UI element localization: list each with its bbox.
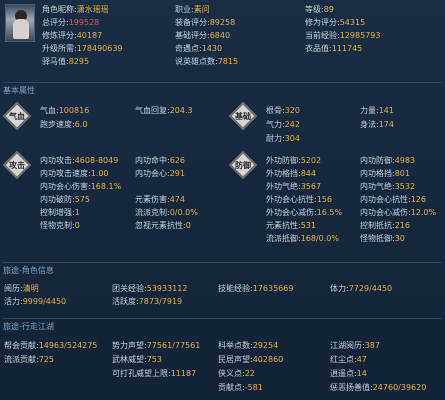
yueli: 阅历:清明 [4,284,39,293]
atk-stat: 内功破防:575 [40,195,90,204]
divider [2,318,442,319]
xyz: 侠义点:22 [218,369,255,378]
def-stat: 外功会心抗性:156 [266,195,332,204]
jhjd: 江湖阅历:387 [330,341,380,350]
talk-points: 说英雄点数:7815 [175,57,239,66]
total-score: 总评分:199528 [42,18,100,27]
role-info-title: 旅途-角色信息 [3,266,54,275]
atk-stat: 内功会心伤害:168.1% [40,182,122,191]
bhgx: 帮会贡献:14963/524275 [4,341,98,350]
atk-stat: 内功会心:291 [135,169,185,178]
character-panel: 角色昵称:潇水瑶瑶 职业:素问 等级:89 总评分:199528 装备评分:89… [0,0,445,400]
ytz: 逍遥点:14 [330,369,367,378]
def-stat: 内功气绝:3532 [360,182,416,191]
def-stat: 内功格挡:801 [360,169,410,178]
def-stat: 外功格挡:844 [266,169,316,178]
qiyu-points: 奇遇点:1430 [175,44,223,53]
fangyu-badge: 防御 [228,150,258,180]
jianghu-title: 旅途-行走江湖 [3,322,54,331]
def-stat: 外功会心减伤:16.5% [266,208,343,217]
jichu-badge: 基础 [228,101,258,131]
wardrobe-value: 衣品值:111745 [305,44,363,53]
atk-stat: 内功攻击:4608-8049 [40,156,119,165]
hp: 气血:100816 [40,106,90,115]
lpgx: 流派贡献:725 [4,355,54,364]
mjsw: 民居声望:402860 [218,355,284,364]
def-stat: 怪物抵御:30 [360,234,405,243]
naili: 耐力:304 [266,134,300,143]
cultivation-score: 修为评分:54315 [305,18,366,27]
avatar[interactable] [5,4,35,42]
liliang: 力量:141 [360,106,394,115]
qixue-badge: 气血 [2,101,32,131]
cepr: 惩恶扬善值:24760/39620 [330,383,427,392]
divider [2,262,442,263]
kjd: 科举点数:29254 [218,341,279,350]
yiyue-value: 驿马值:8295 [42,57,90,66]
atk-stat: 元素伤害:474 [135,195,185,204]
def-stat: 内功防御:4983 [360,156,416,165]
level: 等级:89 [305,5,334,14]
practice-score: 修炼评分:40187 [42,31,103,40]
tili: 体力:7729/4450 [330,284,393,293]
slsw: 势力声望:77561/77561 [112,341,201,350]
tuanguan-exp: 团关经验:53933112 [112,284,188,293]
current-exp: 当前经验:12985793 [305,31,381,40]
def-stat: 内功会心抗性:126 [360,195,426,204]
equip-score: 装备评分:89258 [175,18,236,27]
shenfa: 身法:174 [360,120,394,129]
base-score: 基础评分:6840 [175,31,231,40]
gongji-badge: 攻击 [2,150,32,180]
move-speed: 跑步速度:6.0 [40,120,88,129]
atk-stat: 内功命中:626 [135,156,185,165]
role-name: 角色昵称:潇水瑶瑶 [42,5,109,14]
def-stat: 外功气绝:3567 [266,182,322,191]
upgrade-need: 升级所需:178490639 [42,44,123,53]
basic-title: 基本属性 [3,86,35,95]
skill-exp: 技能经验:17635669 [218,284,294,293]
hp-regen: 气血回复:204.3 [135,106,193,115]
divider [2,82,442,83]
atk-stat: 忽视元素抗性:0 [135,221,191,230]
hcd: 红尘点:47 [330,355,367,364]
job: 职业:素问 [175,5,210,14]
def-stat: 元素抗性:531 [266,221,316,230]
def-stat: 外功防御:5202 [266,156,322,165]
kyys: 可打孔威望上限:11187 [112,369,197,378]
gjz: 贡献点:-581 [218,383,263,392]
atk-stat: 流派克制:0/0.0% [135,208,198,217]
huoyue: 活跃度:7873/7919 [112,297,183,306]
atk-stat: 内功攻击速度:1.00 [40,169,109,178]
def-stat: 控制抵抗:216 [360,221,410,230]
atk-stat: 控制增强:1 [40,208,80,217]
atk-stat: 怪物克制:0 [40,221,80,230]
def-stat: 内功会心减伤:12.0% [360,208,437,217]
genggu: 根骨:320 [266,106,300,115]
huoli: 活力:9999/4450 [4,297,67,306]
qili: 气力:242 [266,120,300,129]
wlww: 武林威望:753 [112,355,162,364]
def-stat: 流派抵御:168/0.0% [266,234,339,243]
